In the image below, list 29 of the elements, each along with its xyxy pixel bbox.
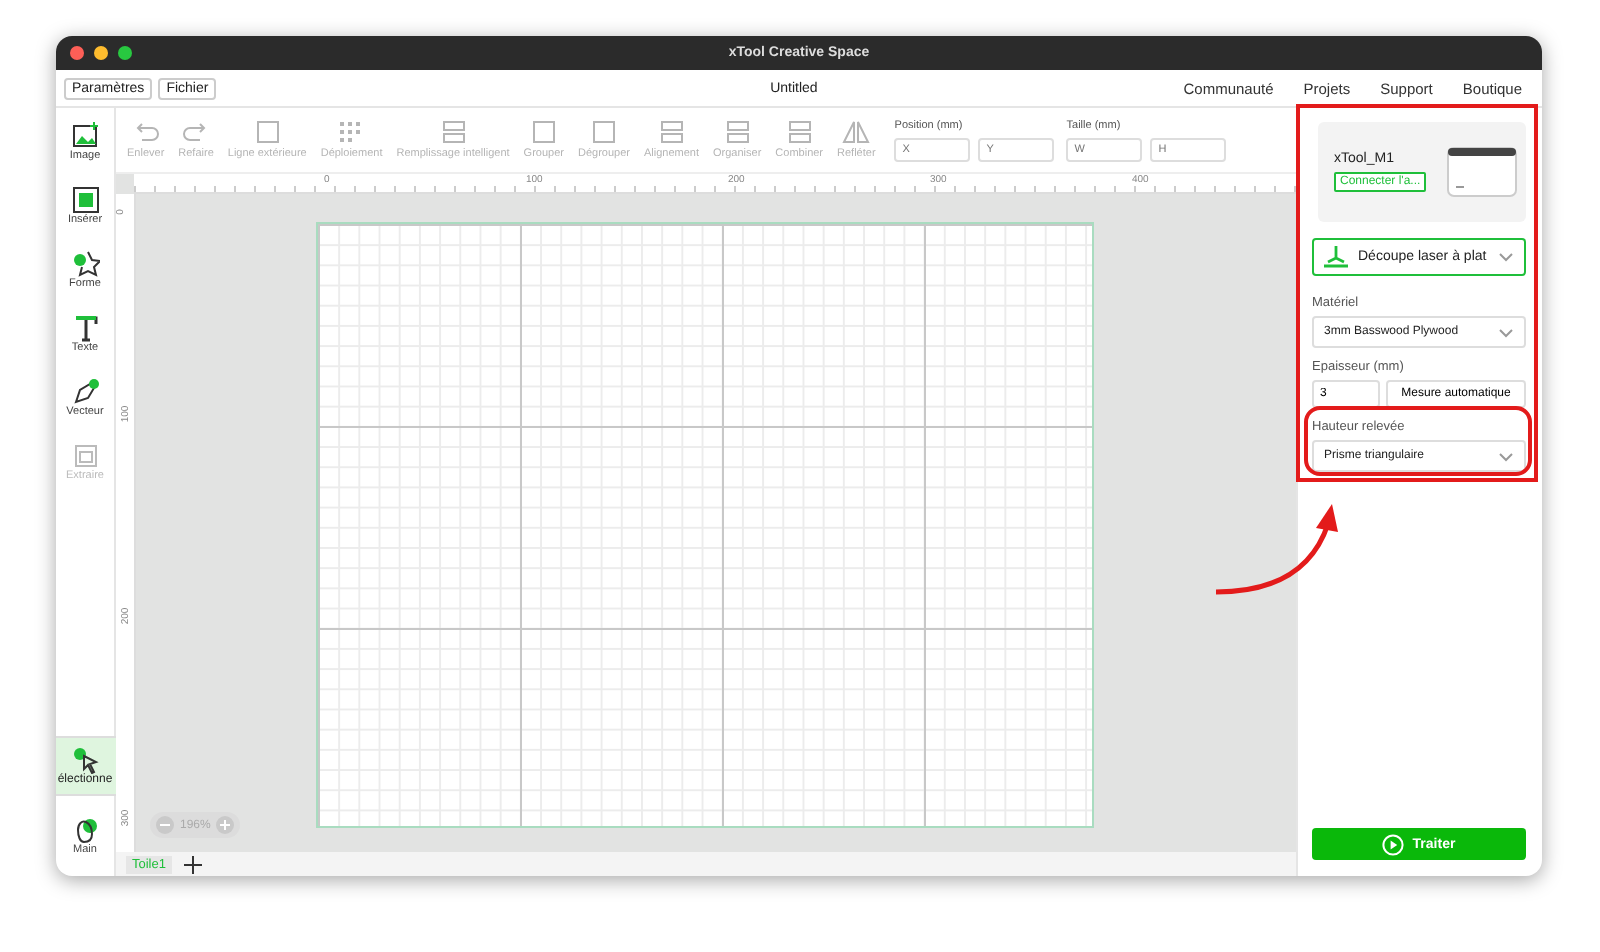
fill-icon	[439, 120, 468, 144]
text-tool-icon	[71, 314, 99, 342]
machine-drawing	[1446, 146, 1518, 198]
minimize-button[interactable]	[94, 46, 108, 60]
combine-icon	[785, 120, 814, 144]
undo-icon	[131, 120, 160, 144]
laser-icon	[1324, 246, 1348, 268]
play-icon	[1382, 833, 1405, 855]
align-icon	[657, 120, 686, 144]
chevron-icon	[1498, 451, 1514, 461]
ungroup-icon	[589, 120, 618, 144]
pen-tool-icon	[71, 378, 99, 406]
insert-tool-icon	[71, 186, 99, 214]
shape-tool-icon	[71, 250, 99, 278]
redo-icon	[182, 120, 211, 144]
group-icon	[529, 120, 558, 144]
array-icon	[337, 120, 366, 144]
reflect-icon	[842, 120, 871, 144]
hand-icon	[71, 816, 99, 844]
close-button[interactable]	[70, 46, 84, 60]
image-tool-icon	[71, 122, 99, 150]
arrange-icon	[723, 120, 752, 144]
extract-tool-icon	[71, 442, 99, 470]
maximize-button[interactable]	[118, 46, 132, 60]
add-tab-icon[interactable]	[183, 855, 202, 873]
cursor-icon	[71, 746, 99, 774]
chevron-icon	[1498, 327, 1514, 337]
chevron-icon	[1498, 252, 1514, 262]
outline-icon	[253, 120, 282, 144]
